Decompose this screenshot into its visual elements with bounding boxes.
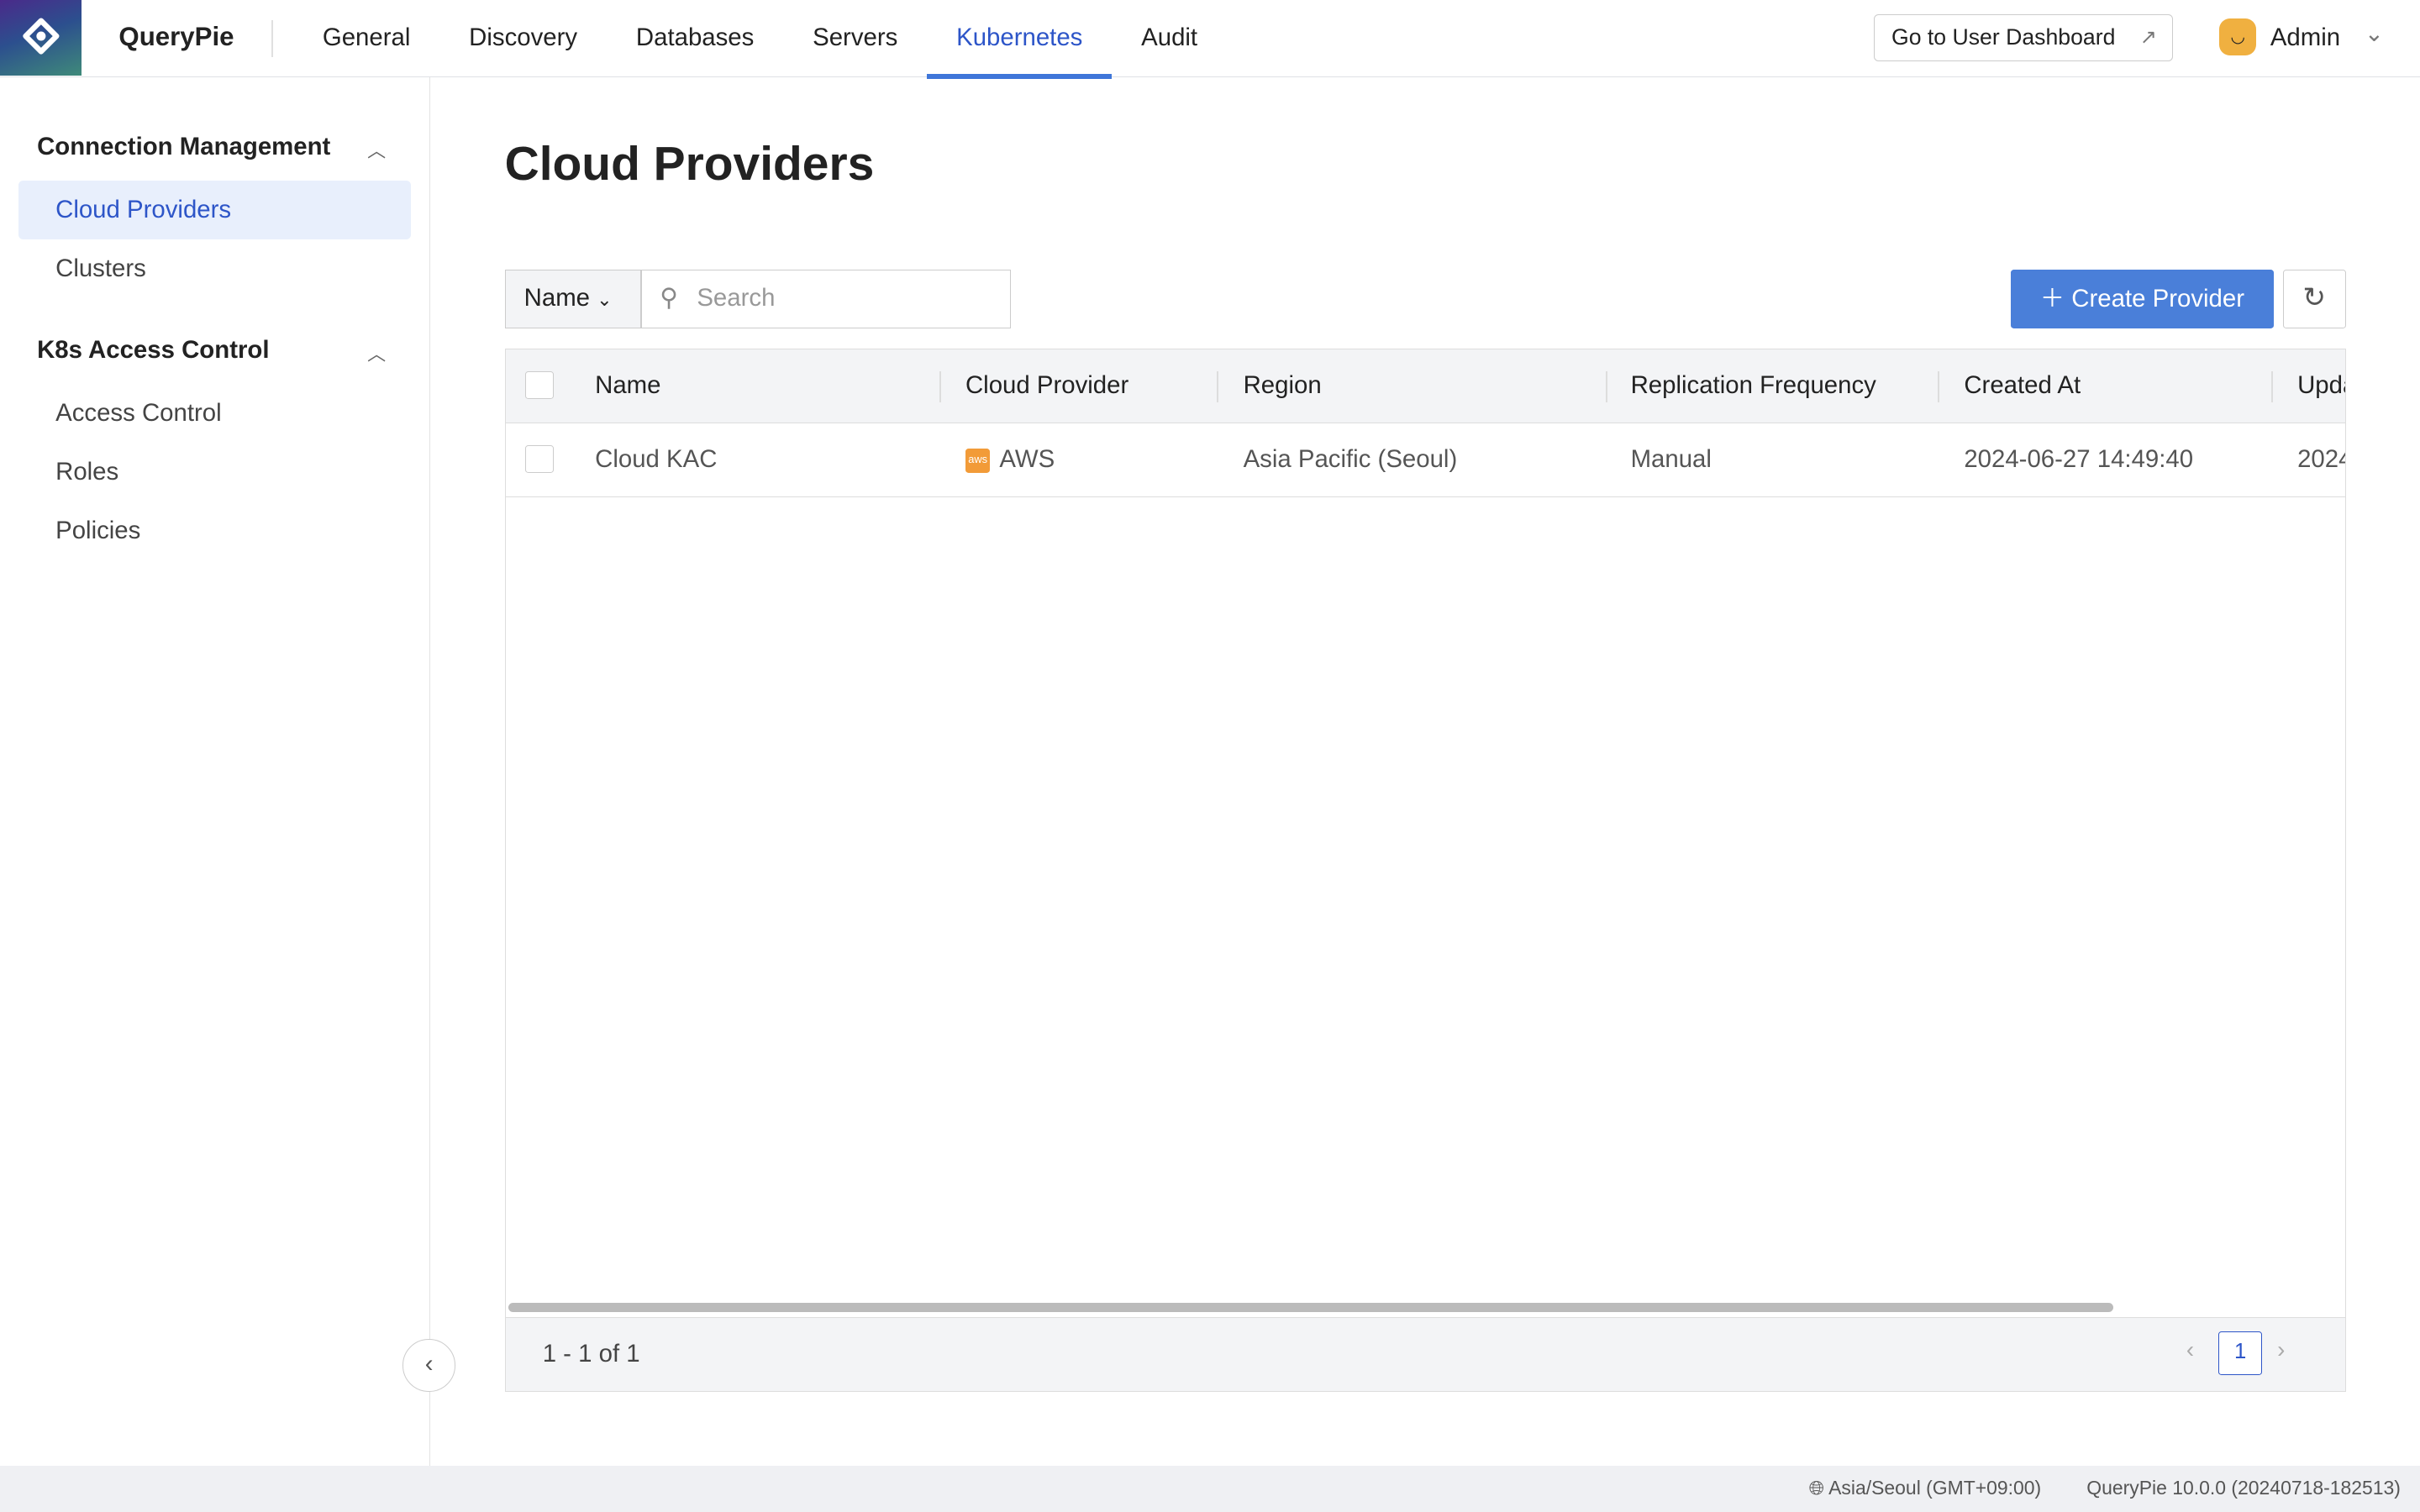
search-placeholder: Search bbox=[697, 284, 775, 312]
sidebar-item-access-control[interactable]: Access Control bbox=[18, 384, 411, 443]
user-name[interactable]: Admin bbox=[2270, 24, 2340, 52]
create-provider-button[interactable]: ＋ Create Provider bbox=[2011, 270, 2273, 328]
sidebar-item-roles[interactable]: Roles bbox=[18, 443, 411, 501]
timezone: 🌐︎ Asia/Seoul (GMT+09:00) bbox=[1809, 1477, 2042, 1499]
plus-icon: ＋ bbox=[2040, 285, 2072, 312]
search-input[interactable]: ⚲ Search bbox=[640, 270, 1011, 328]
cell-replication: Manual bbox=[1631, 423, 1712, 496]
collapse-sidebar-button[interactable]: ‹ bbox=[402, 1339, 455, 1391]
column-name[interactable]: Name bbox=[595, 349, 660, 422]
nav-discovery[interactable]: Discovery bbox=[439, 0, 607, 77]
chevron-up-icon[interactable]: ︿ bbox=[367, 339, 386, 366]
row-checkbox[interactable] bbox=[525, 445, 553, 473]
refresh-button[interactable]: ↻ bbox=[2283, 270, 2346, 328]
user-dashboard-label: Go to User Dashboard bbox=[1891, 24, 2115, 50]
column-cloud-provider[interactable]: Cloud Provider bbox=[965, 349, 1128, 422]
chevron-up-icon[interactable]: ︿ bbox=[367, 136, 386, 163]
sidebar-group-k8s-access-control[interactable]: K8s Access Control bbox=[37, 336, 269, 365]
column-updated-at[interactable]: Updated At bbox=[2297, 349, 2346, 422]
avatar[interactable]: ◡ bbox=[2219, 18, 2256, 55]
column-separator[interactable] bbox=[1938, 371, 1939, 402]
cell-name[interactable]: Cloud KAC bbox=[595, 423, 717, 496]
column-separator[interactable] bbox=[939, 371, 941, 402]
top-bar: QueryPie General Discovery Databases Ser… bbox=[0, 0, 2420, 77]
column-separator[interactable] bbox=[2271, 371, 2273, 402]
sidebar: Connection Management ︿ Cloud Providers … bbox=[0, 77, 430, 1466]
cell-region: Asia Pacific (Seoul) bbox=[1244, 423, 1458, 496]
table-header: Name Cloud Provider Region Replication F… bbox=[506, 349, 2345, 423]
nav-databases[interactable]: Databases bbox=[607, 0, 783, 77]
providers-table: Name Cloud Provider Region Replication F… bbox=[505, 349, 2346, 1392]
create-provider-label: Create Provider bbox=[2071, 285, 2244, 312]
page-title: Cloud Providers bbox=[505, 136, 875, 192]
search-icon: ⚲ bbox=[660, 270, 678, 326]
nav-servers[interactable]: Servers bbox=[783, 0, 927, 77]
timezone-text: Asia/Seoul (GMT+09:00) bbox=[1828, 1477, 2041, 1499]
cell-updated-at: 2024 bbox=[2297, 423, 2346, 496]
external-link-icon: ↗ bbox=[2140, 15, 2157, 60]
column-replication-frequency[interactable]: Replication Frequency bbox=[1631, 349, 1876, 422]
column-region[interactable]: Region bbox=[1244, 349, 1322, 422]
chevron-down-icon[interactable]: ⌄ bbox=[2365, 20, 2384, 47]
user-dashboard-button[interactable]: Go to User Dashboard ↗ bbox=[1874, 14, 2173, 62]
filter-field-select[interactable]: Name ⌄ bbox=[505, 270, 642, 328]
main-nav: General Discovery Databases Servers Kube… bbox=[293, 0, 1227, 77]
cell-created-at: 2024-06-27 14:49:40 bbox=[1964, 423, 2193, 496]
prev-page-icon[interactable]: ‹ bbox=[2186, 1336, 2194, 1363]
column-separator[interactable] bbox=[1606, 371, 1607, 402]
page-number-button[interactable]: 1 bbox=[2218, 1331, 2261, 1374]
row-count: 1 - 1 of 1 bbox=[543, 1318, 640, 1390]
aws-icon: aws bbox=[965, 449, 990, 473]
sidebar-item-policies[interactable]: Policies bbox=[18, 501, 411, 560]
nav-kubernetes[interactable]: Kubernetes bbox=[927, 0, 1112, 77]
globe-icon: 🌐︎ bbox=[1809, 1477, 1828, 1499]
sidebar-group-connection-management[interactable]: Connection Management bbox=[37, 133, 330, 161]
cell-provider-text: AWS bbox=[999, 445, 1055, 473]
filter-field-value: Name bbox=[524, 284, 590, 312]
horizontal-scrollbar[interactable] bbox=[508, 1303, 2113, 1312]
nav-general[interactable]: General bbox=[293, 0, 439, 77]
table-row[interactable]: Cloud KAC aws AWS Asia Pacific (Seoul) Ma… bbox=[506, 423, 2345, 497]
querypie-logo-icon[interactable] bbox=[0, 0, 82, 76]
next-page-icon[interactable]: › bbox=[2277, 1336, 2285, 1363]
nav-audit[interactable]: Audit bbox=[1112, 0, 1227, 77]
refresh-icon: ↻ bbox=[2302, 282, 2326, 313]
chevron-down-icon: ⌄ bbox=[597, 289, 612, 310]
version: QueryPie 10.0.0 (20240718-182513) bbox=[2086, 1477, 2401, 1499]
column-created-at[interactable]: Created At bbox=[1964, 349, 2081, 422]
column-separator[interactable] bbox=[1217, 371, 1218, 402]
status-bar: 🌐︎ Asia/Seoul (GMT+09:00) QueryPie 10.0.… bbox=[0, 1466, 2420, 1512]
sidebar-item-clusters[interactable]: Clusters bbox=[18, 239, 411, 298]
table-footer: 1 - 1 of 1 ‹ 1 › bbox=[506, 1317, 2345, 1392]
cell-cloud-provider: aws AWS bbox=[965, 423, 1055, 496]
divider bbox=[271, 20, 273, 57]
select-all-checkbox[interactable] bbox=[525, 371, 553, 399]
sidebar-item-cloud-providers[interactable]: Cloud Providers bbox=[18, 181, 411, 239]
brand-name: QueryPie bbox=[118, 22, 234, 52]
